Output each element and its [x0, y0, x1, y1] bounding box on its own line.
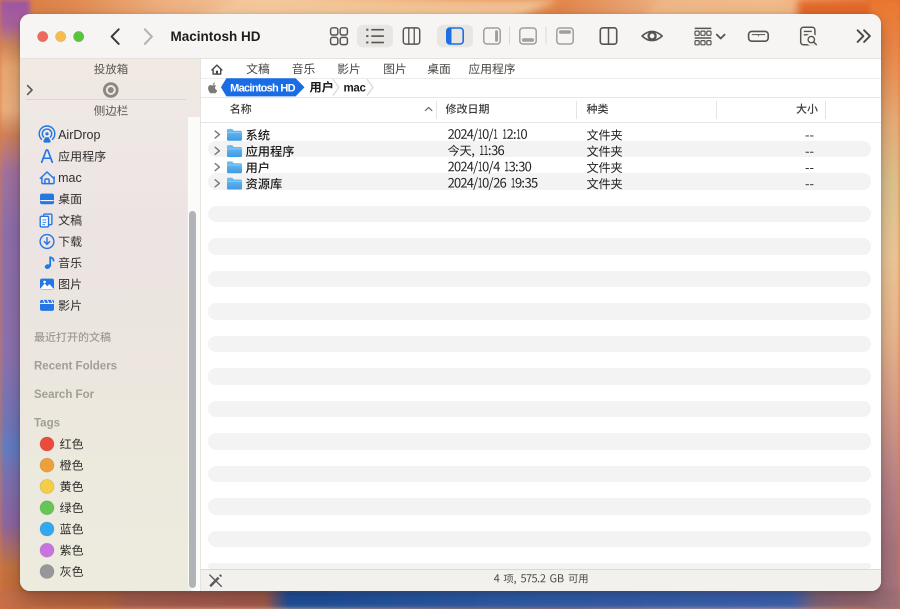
svg-text:Recent Folders: Recent Folders — [34, 360, 117, 372]
svg-text:mac: mac — [58, 171, 82, 185]
svg-text:Tags: Tags — [34, 417, 60, 429]
svg-text:AirDrop: AirDrop — [58, 128, 100, 142]
svg-text:Macintosh HD: Macintosh HD — [171, 29, 261, 44]
svg-text:Search For: Search For — [34, 389, 95, 401]
svg-text:Macintosh HD: Macintosh HD — [230, 83, 295, 95]
svg-text:mac: mac — [344, 83, 367, 95]
